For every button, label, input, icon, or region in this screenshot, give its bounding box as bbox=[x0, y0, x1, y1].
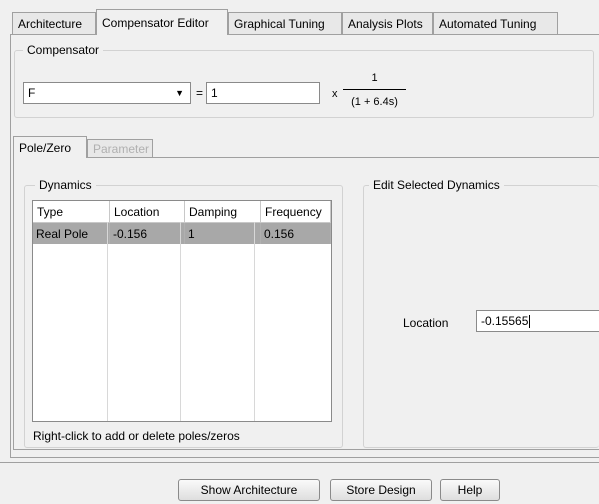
show-architecture-button[interactable]: Show Architecture bbox=[178, 479, 320, 501]
tab-analysis-plots[interactable]: Analysis Plots bbox=[342, 12, 433, 34]
times-sign: x bbox=[332, 88, 338, 100]
column-divider bbox=[180, 222, 181, 421]
equals-sign: = bbox=[196, 86, 204, 100]
tab-parameter: Parameter bbox=[87, 139, 153, 158]
tab-label: Automated Tuning bbox=[439, 16, 537, 31]
bottom-divider bbox=[0, 462, 599, 463]
dynamics-table[interactable]: Type Location Damping Frequency Real Pol… bbox=[32, 200, 332, 422]
tab-label: Graphical Tuning bbox=[234, 16, 325, 31]
cell-location: -0.156 bbox=[109, 222, 185, 244]
tf-numerator: 1 bbox=[371, 72, 378, 84]
tab-compensator-editor[interactable]: Compensator Editor bbox=[96, 9, 228, 35]
tab-label: Architecture bbox=[18, 16, 83, 31]
compensator-select[interactable]: F ▼ bbox=[23, 82, 191, 104]
tab-architecture[interactable]: Architecture bbox=[12, 12, 96, 34]
gain-field[interactable]: 1 bbox=[206, 82, 320, 104]
tab-label: Pole/Zero bbox=[19, 140, 72, 155]
location-field[interactable]: -0.15565 bbox=[476, 310, 599, 332]
tab-automated-tuning[interactable]: Automated Tuning bbox=[433, 12, 558, 34]
column-header-location[interactable]: Location bbox=[109, 201, 185, 223]
fraction-line bbox=[343, 89, 406, 90]
edit-dynamics-group-title: Edit Selected Dynamics bbox=[369, 178, 504, 192]
tab-label: Compensator Editor bbox=[102, 15, 209, 30]
tab-label: Analysis Plots bbox=[348, 16, 423, 31]
cell-type: Real Pole bbox=[33, 222, 110, 244]
text-cursor bbox=[529, 315, 531, 329]
compensator-selected-value: F bbox=[28, 86, 36, 100]
table-header-row: Type Location Damping Frequency bbox=[33, 201, 331, 223]
chevron-down-icon: ▼ bbox=[175, 88, 184, 98]
location-value: -0.15565 bbox=[481, 314, 529, 328]
column-header-damping[interactable]: Damping bbox=[184, 201, 261, 223]
help-button[interactable]: Help bbox=[440, 479, 500, 501]
compensator-group-title: Compensator bbox=[23, 43, 104, 57]
dynamics-hint: Right-click to add or delete poles/zeros bbox=[33, 429, 240, 443]
location-label: Location bbox=[403, 316, 449, 330]
table-row[interactable]: Real Pole -0.156 1 0.156 bbox=[33, 222, 331, 244]
column-header-frequency[interactable]: Frequency bbox=[260, 201, 331, 223]
cell-damping: 1 bbox=[184, 222, 261, 244]
column-header-type[interactable]: Type bbox=[33, 201, 110, 223]
tf-denominator: (1 + 6.4s) bbox=[351, 96, 398, 108]
tab-label: Parameter bbox=[93, 142, 150, 156]
tab-graphical-tuning[interactable]: Graphical Tuning bbox=[228, 12, 342, 34]
tab-pole-zero[interactable]: Pole/Zero bbox=[13, 136, 87, 158]
cell-frequency: 0.156 bbox=[260, 222, 331, 244]
column-divider bbox=[254, 222, 255, 421]
column-divider bbox=[107, 222, 108, 421]
dynamics-group-title: Dynamics bbox=[35, 178, 96, 192]
store-design-button[interactable]: Store Design bbox=[330, 479, 432, 501]
